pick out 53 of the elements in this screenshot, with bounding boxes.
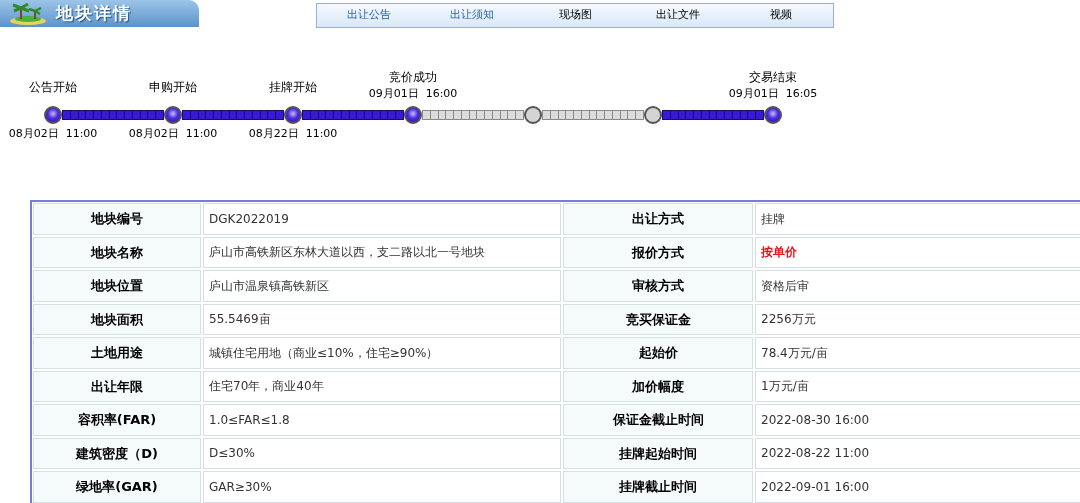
stage-date: 09月01日 16:05: [728, 86, 818, 102]
field-value: DGK2022019: [203, 203, 561, 235]
field-value: 按单价: [755, 236, 1080, 268]
field-label: 加价幅度: [563, 370, 753, 402]
field-label: 起始价: [563, 337, 753, 369]
field-value: 城镇住宅用地（商业≤10%，住宅≥90%）: [203, 337, 561, 369]
field-value: 1万元/亩: [755, 370, 1080, 402]
field-label: 容积率(FAR): [33, 404, 201, 436]
stage-label: 公告开始: [29, 79, 77, 96]
stage-date: 08月02日 11:00: [8, 126, 98, 142]
stage-date: 08月02日 11:00: [128, 126, 218, 142]
field-value: 1.0≤FAR≤1.8: [203, 404, 561, 436]
field-value: 2022-08-30 16:00: [755, 404, 1080, 436]
field-label: 竞买保证金: [563, 303, 753, 335]
field-label: 出让年限: [33, 370, 201, 402]
field-label: 保证金截止时间: [563, 404, 753, 436]
field-value: 挂牌: [755, 203, 1080, 235]
island-tree-icon: [8, 1, 48, 26]
field-value: 住宅70年，商业40年: [203, 370, 561, 402]
tab-link[interactable]: 视频: [729, 7, 833, 24]
field-label: 绿地率(GAR): [33, 471, 201, 503]
field-label: 地块名称: [33, 236, 201, 268]
tab-link[interactable]: 出让文件: [626, 7, 730, 24]
stage-label: 挂牌开始: [269, 79, 317, 96]
stage-date: 09月01日 16:00: [368, 86, 458, 102]
field-value: 庐山市温泉镇高铁新区: [203, 270, 561, 302]
field-label: 地块位置: [33, 270, 201, 302]
field-value: D≤30%: [203, 437, 561, 469]
field-label: 地块面积: [33, 303, 201, 335]
field-value: 78.4万元/亩: [755, 337, 1080, 369]
tab-link[interactable]: 出让公告: [317, 7, 421, 24]
stage-label: 交易结束: [749, 69, 797, 86]
field-value: GAR≥30%: [203, 471, 561, 503]
field-value: 55.5469亩: [203, 303, 561, 335]
tab-link[interactable]: 出让须知: [420, 7, 524, 24]
field-label: 报价方式: [563, 236, 753, 268]
field-value: 2022-08-22 11:00: [755, 437, 1080, 469]
field-label: 审核方式: [563, 270, 753, 302]
field-label: 建筑密度（D): [33, 437, 201, 469]
tab-link[interactable]: 现场图: [523, 7, 627, 24]
stage-label: 竞价成功: [389, 69, 437, 86]
page-title: 地块详情: [56, 1, 132, 25]
field-label: 挂牌起始时间: [563, 437, 753, 469]
field-value: 2022-09-01 16:00: [755, 471, 1080, 503]
field-value: 庐山市高铁新区东林大道以西，支二路以北一号地块: [203, 236, 561, 268]
field-label: 挂牌截止时间: [563, 471, 753, 503]
field-value: 资格后审: [755, 270, 1080, 302]
field-label: 地块编号: [33, 203, 201, 235]
stage-label: 申购开始: [149, 79, 197, 96]
field-label: 土地用途: [33, 337, 201, 369]
field-value: 2256万元: [755, 303, 1080, 335]
field-label: 出让方式: [563, 203, 753, 235]
stage-date: 08月22日 11:00: [248, 126, 338, 142]
